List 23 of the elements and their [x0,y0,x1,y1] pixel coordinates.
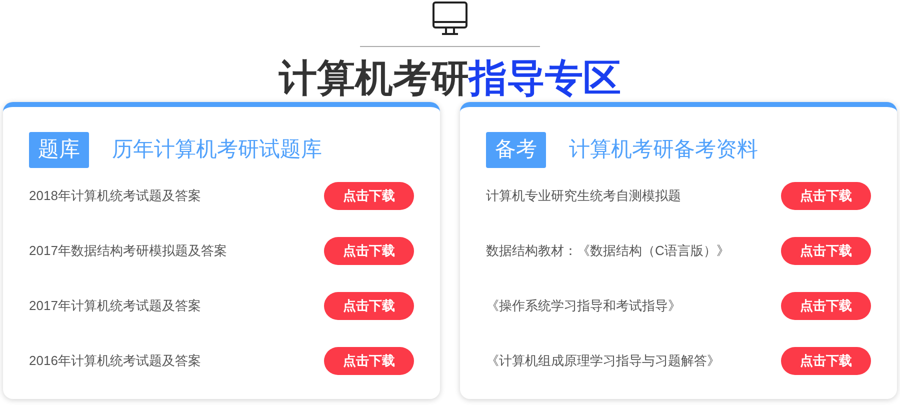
file-title: 2018年计算机统考试题及答案 [29,186,201,205]
download-button[interactable]: 点击下载 [781,292,871,320]
file-title: 数据结构教材：《数据结构（C语言版）》 [486,242,730,260]
file-title: 计算机专业研究生统考自测模拟题 [486,186,681,205]
card-title: 历年计算机考研试题库 [112,137,322,164]
download-button[interactable]: 点击下载 [781,236,871,264]
file-title: 《操作系统学习指导和考试指导》 [486,296,681,315]
category-tag: 题库 [29,132,89,168]
monitor-icon [432,1,468,37]
file-title: 2016年计算机统考试题及答案 [29,352,201,370]
file-title: 2017年数据结构考研模拟题及答案 [29,242,227,260]
download-button[interactable]: 点击下载 [324,182,414,210]
download-button[interactable]: 点击下载 [781,182,871,210]
file-title: 2017年计算机统考试题及答案 [29,296,201,315]
download-button[interactable]: 点击下载 [324,236,414,264]
category-tag: 备考 [486,132,546,168]
download-button[interactable]: 点击下载 [781,346,871,374]
card-title: 计算机考研备考资料 [569,137,758,164]
download-button[interactable]: 点击下载 [324,292,414,320]
page-title: 计算机考研 [279,57,469,101]
file-title: 《计算机组成原理学习指导与习题解答》 [486,352,720,370]
download-button[interactable]: 点击下载 [324,346,414,374]
page-title-highlight: 指导专区 [469,57,621,101]
